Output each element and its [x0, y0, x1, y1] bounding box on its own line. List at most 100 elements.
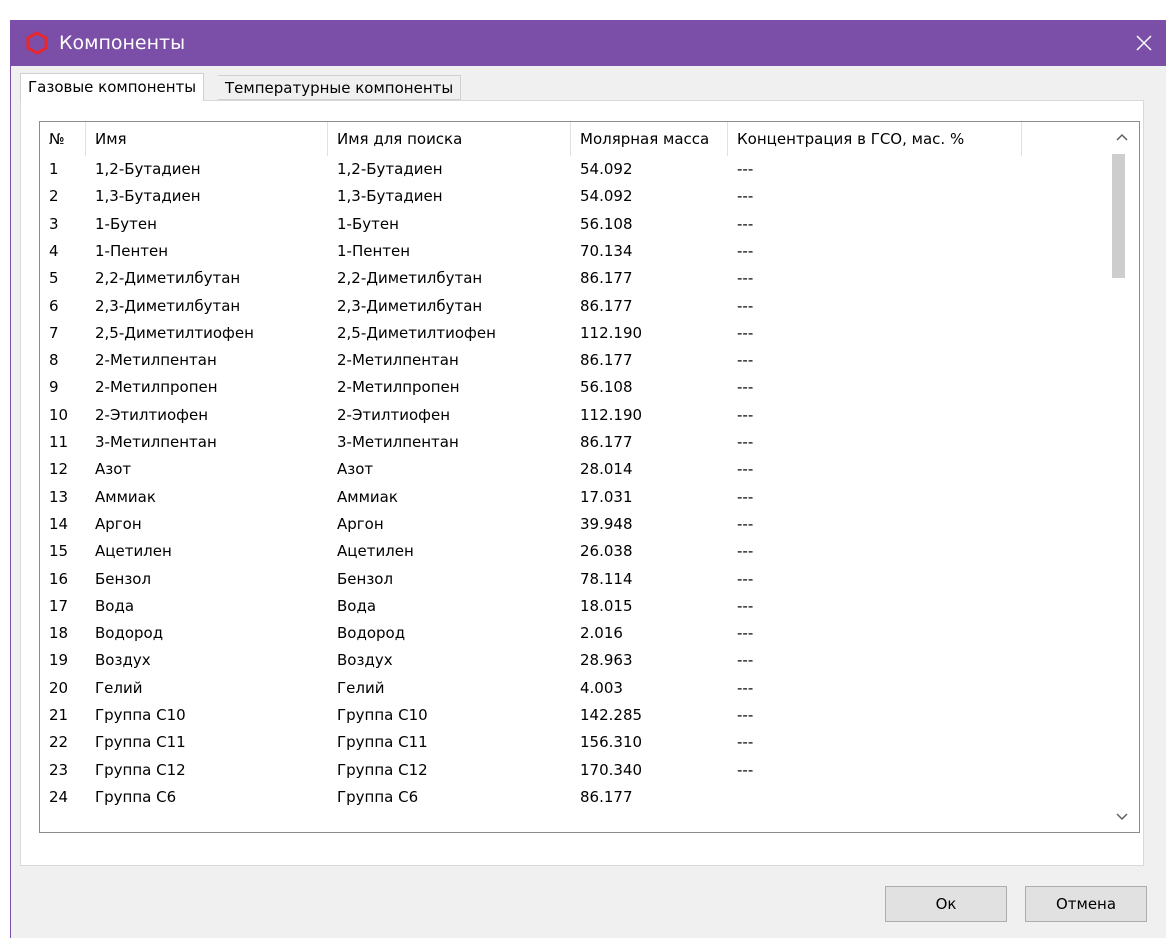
table-row[interactable]: 21 Группа C10 Группа C10 142.285 ---	[40, 702, 1100, 729]
cell-molar-mass: 18.015	[580, 596, 633, 615]
column-header-empty	[1022, 122, 1100, 156]
cell-concentration: ---	[737, 269, 754, 288]
cell-molar-mass: 26.038	[580, 542, 633, 561]
table-row[interactable]: 20 Гелий Гелий 4.003 ---	[40, 675, 1100, 702]
cell-name: 3-Метилпентан	[95, 433, 217, 451]
table-row[interactable]: 1 1,2-Бутадиен 1,2-Бутадиен 54.092 ---	[40, 156, 1100, 183]
cell-search-name: 1-Бутен	[337, 214, 399, 233]
cell-search-name: 1,2-Бутадиен	[337, 160, 443, 178]
column-header-number[interactable]: №	[40, 122, 86, 156]
cell-number: 10	[49, 405, 69, 424]
components-table: № Имя Имя для поиска Молярная масса Конц…	[39, 121, 1140, 833]
chevron-down-icon	[1115, 813, 1128, 821]
cell-search-name: 2-Метилпропен	[337, 378, 460, 397]
table-header: № Имя Имя для поиска Молярная масса Конц…	[40, 122, 1100, 156]
table-row[interactable]: 14 Аргон Аргон 39.948 ---	[40, 511, 1100, 538]
cell-name: Бензол	[95, 569, 152, 588]
cell-concentration: ---	[737, 296, 754, 315]
table-row[interactable]: 23 Группа C12 Группа C12 170.340 ---	[40, 757, 1100, 784]
cell-name: 1,2-Бутадиен	[95, 160, 201, 178]
column-header-search-name[interactable]: Имя для поиска	[328, 122, 571, 156]
cell-search-name: Аммиак	[337, 487, 398, 506]
cell-molar-mass: 78.114	[580, 569, 633, 588]
cell-number: 11	[49, 433, 69, 451]
cell-concentration: ---	[737, 487, 754, 506]
scroll-up-button[interactable]	[1104, 122, 1139, 152]
chevron-up-icon	[1115, 133, 1128, 141]
cell-molar-mass: 54.092	[580, 187, 633, 206]
table-row[interactable]: 11 3-Метилпентан 3-Метилпентан 86.177 ---	[40, 429, 1100, 456]
cell-search-name: Воздух	[337, 651, 393, 670]
cell-molar-mass: 112.190	[580, 405, 643, 424]
cell-name: Вода	[95, 596, 135, 615]
cell-concentration: ---	[737, 651, 754, 670]
column-header-molar-mass[interactable]: Молярная масса	[571, 122, 728, 156]
table-row[interactable]: 17 Вода Вода 18.015 ---	[40, 593, 1100, 620]
table-row[interactable]: 24 Группа C6 Группа C6 86.177	[40, 784, 1100, 811]
table-row[interactable]: 8 2-Метилпентан 2-Метилпентан 86.177 ---	[40, 347, 1100, 374]
cell-molar-mass: 86.177	[580, 787, 633, 806]
cell-search-name: Аргон	[337, 514, 384, 533]
vertical-scrollbar[interactable]	[1104, 122, 1139, 832]
cell-number: 7	[49, 323, 59, 342]
table-row[interactable]: 16 Бензол Бензол 78.114 ---	[40, 566, 1100, 593]
column-header-concentration[interactable]: Концентрация в ГСО, мас. %	[728, 122, 1022, 156]
cell-search-name: 1-Пентен	[337, 241, 411, 260]
table-row[interactable]: 10 2-Этилтиофен 2-Этилтиофен 112.190 ---	[40, 402, 1100, 429]
table-row[interactable]: 22 Группа C11 Группа C11 156.310 ---	[40, 729, 1100, 756]
table-row[interactable]: 15 Ацетилен Ацетилен 26.038 ---	[40, 538, 1100, 565]
cell-concentration: ---	[737, 323, 754, 342]
cell-search-name: 3-Метилпентан	[337, 433, 459, 451]
cell-search-name: Бензол	[337, 569, 394, 588]
tab-temperature-components[interactable]: Температурные компоненты	[218, 75, 462, 100]
cell-number: 13	[49, 487, 69, 506]
cell-concentration: ---	[737, 460, 754, 479]
cell-name: 2-Метилпропен	[95, 378, 218, 397]
cell-search-name: Группа C6	[337, 787, 419, 806]
table-row[interactable]: 6 2,3-Диметилбутан 2,3-Диметилбутан 86.177 -…	[40, 293, 1100, 320]
cell-search-name: Ацетилен	[337, 542, 414, 561]
close-button[interactable]	[1121, 20, 1166, 66]
scroll-down-button[interactable]	[1104, 802, 1139, 832]
cell-molar-mass: 17.031	[580, 487, 633, 506]
table-row[interactable]: 9 2-Метилпропен 2-Метилпропен 56.108 ---	[40, 374, 1100, 401]
cell-molar-mass: 70.134	[580, 241, 633, 260]
cell-number: 15	[49, 542, 69, 561]
cell-molar-mass: 39.948	[580, 514, 633, 533]
cell-number: 22	[49, 733, 69, 752]
cancel-button[interactable]: Отмена	[1025, 886, 1147, 922]
cell-number: 18	[49, 624, 69, 643]
cell-concentration: ---	[737, 433, 754, 451]
cell-concentration: ---	[737, 596, 754, 615]
table-row[interactable]: 2 1,3-Бутадиен 1,3-Бутадиен 54.092 ---	[40, 183, 1100, 210]
cell-molar-mass: 54.092	[580, 160, 633, 178]
table-row[interactable]: 12 Азот Азот 28.014 ---	[40, 456, 1100, 483]
cell-number: 14	[49, 514, 69, 533]
table-row[interactable]: 18 Водород Водород 2.016 ---	[40, 620, 1100, 647]
cell-molar-mass: 4.003	[580, 678, 623, 697]
cell-number: 8	[49, 351, 59, 370]
cell-search-name: 1,3-Бутадиен	[337, 187, 443, 206]
cell-concentration: ---	[737, 241, 754, 260]
table-row[interactable]: 3 1-Бутен 1-Бутен 56.108 ---	[40, 211, 1100, 238]
cell-name: Группа C11	[95, 733, 186, 752]
tab-gas-components[interactable]: Газовые компоненты	[20, 73, 205, 101]
column-header-name[interactable]: Имя	[86, 122, 328, 156]
cell-name: 1,3-Бутадиен	[95, 187, 201, 206]
cell-search-name: 2-Этилтиофен	[337, 405, 451, 424]
cell-name: Водород	[95, 624, 164, 643]
ok-button[interactable]: Ок	[885, 886, 1007, 922]
table-row[interactable]: 13 Аммиак Аммиак 17.031 ---	[40, 484, 1100, 511]
cell-concentration: ---	[737, 378, 754, 397]
table-row[interactable]: 5 2,2-Диметилбутан 2,2-Диметилбутан 86.177 -…	[40, 265, 1100, 292]
table-row[interactable]: 19 Воздух Воздух 28.963 ---	[40, 647, 1100, 674]
cell-concentration: ---	[737, 405, 754, 424]
cell-name: Аммиак	[95, 487, 156, 506]
cell-name: 1-Бутен	[95, 214, 157, 233]
cell-search-name: 2,2-Диметилбутан	[337, 269, 483, 288]
table-row[interactable]: 7 2,5-Диметилтиофен 2,5-Диметилтиофен 112.1…	[40, 320, 1100, 347]
cell-number: 6	[49, 296, 59, 315]
cell-molar-mass: 86.177	[580, 433, 633, 451]
table-row[interactable]: 4 1-Пентен 1-Пентен 70.134 ---	[40, 238, 1100, 265]
scrollbar-thumb[interactable]	[1112, 154, 1125, 278]
